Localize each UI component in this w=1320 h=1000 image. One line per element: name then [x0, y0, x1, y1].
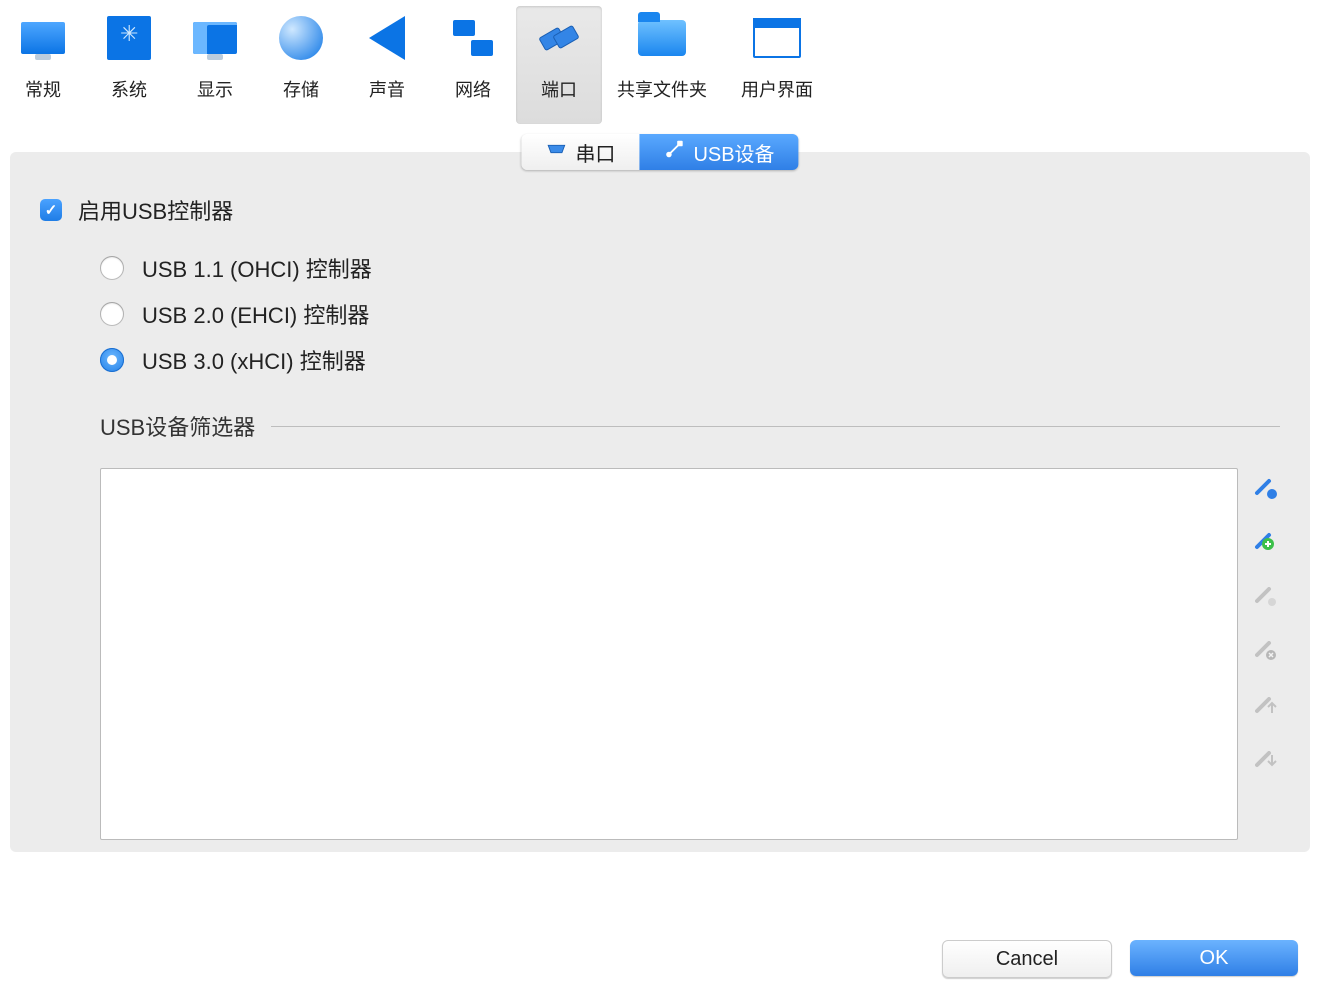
usb-icon	[663, 138, 685, 166]
usb-move-up-icon	[1253, 691, 1279, 722]
speaker-icon	[363, 14, 411, 62]
filter-remove-button	[1252, 638, 1280, 666]
toolbar-label: 系统	[111, 76, 147, 102]
toolbar-item-general[interactable]: 常规	[0, 6, 86, 124]
tab-label: 串口	[575, 138, 615, 167]
network-icon	[449, 14, 497, 62]
radio-usb-2-0[interactable]: USB 2.0 (EHCI) 控制器	[100, 298, 1280, 330]
toolbar-label: 用户界面	[741, 76, 813, 102]
usb-filter-body	[100, 468, 1280, 840]
usb-remove-icon	[1253, 637, 1279, 668]
toolbar-item-ports[interactable]: 端口	[516, 6, 602, 124]
usb-move-down-icon	[1253, 745, 1279, 776]
enable-usb-checkbox[interactable]: ✓	[40, 199, 62, 221]
usb-filter-title: USB设备筛选器	[100, 410, 255, 442]
filter-edit-button	[1252, 584, 1280, 612]
radio-label: USB 1.1 (OHCI) 控制器	[142, 252, 372, 284]
settings-panel: 串口 USB设备 ✓ 启用USB控制器 USB 1.1 (OHCI) 控制器 U…	[10, 152, 1310, 852]
filter-add-device-button[interactable]	[1252, 530, 1280, 558]
radio-label: USB 3.0 (xHCI) 控制器	[142, 344, 366, 376]
disk-icon	[277, 14, 325, 62]
tab-usb[interactable]: USB设备	[639, 134, 798, 170]
ports-icon	[535, 14, 583, 62]
window-icon	[753, 14, 801, 62]
usb-add-device-icon	[1253, 529, 1279, 560]
toolbar-item-audio[interactable]: 声音	[344, 6, 430, 124]
toolbar-item-display[interactable]: 显示	[172, 6, 258, 124]
button-label: OK	[1200, 947, 1229, 970]
filter-move-down-button	[1252, 746, 1280, 774]
radio-button[interactable]	[100, 302, 124, 326]
chip-icon	[105, 14, 153, 62]
toolbar-item-network[interactable]: 网络	[430, 6, 516, 124]
usb-filter-button-column	[1252, 468, 1280, 774]
enable-usb-row: ✓ 启用USB控制器	[40, 194, 1280, 226]
toolbar-item-shared-folders[interactable]: 共享文件夹	[602, 6, 722, 124]
usb-filter-section: USB设备筛选器	[100, 410, 1280, 840]
folder-icon	[638, 14, 686, 62]
ok-button[interactable]: OK	[1130, 940, 1298, 976]
button-label: Cancel	[996, 948, 1058, 971]
radio-button[interactable]	[100, 348, 124, 372]
toolbar-label: 声音	[369, 76, 405, 102]
settings-toolbar: 常规 系统 显示 存储 声音 网络 端口 共享文件夹 用户界面	[0, 0, 1320, 124]
toolbar-label: 存储	[283, 76, 319, 102]
filter-move-up-button	[1252, 692, 1280, 720]
radio-usb-1-1[interactable]: USB 1.1 (OHCI) 控制器	[100, 252, 1280, 284]
serial-port-icon	[545, 138, 567, 166]
ports-tab-switcher: 串口 USB设备	[521, 134, 798, 170]
radio-usb-3-0[interactable]: USB 3.0 (xHCI) 控制器	[100, 344, 1280, 376]
usb-add-empty-icon	[1253, 475, 1279, 506]
usb-filter-list[interactable]	[100, 468, 1238, 840]
toolbar-label: 网络	[455, 76, 491, 102]
dialog-footer: Cancel OK	[942, 940, 1298, 978]
tab-label: USB设备	[693, 138, 774, 167]
toolbar-item-system[interactable]: 系统	[86, 6, 172, 124]
radio-button[interactable]	[100, 256, 124, 280]
monitor-icon	[19, 14, 67, 62]
enable-usb-label: 启用USB控制器	[78, 194, 233, 226]
toolbar-label: 显示	[197, 76, 233, 102]
toolbar-item-user-interface[interactable]: 用户界面	[722, 6, 832, 124]
usb-filter-header: USB设备筛选器	[100, 410, 1280, 442]
cancel-button[interactable]: Cancel	[942, 940, 1112, 978]
divider	[271, 426, 1280, 427]
usb-controller-radio-group: USB 1.1 (OHCI) 控制器 USB 2.0 (EHCI) 控制器 US…	[100, 252, 1280, 376]
filter-add-empty-button[interactable]	[1252, 476, 1280, 504]
toolbar-label: 共享文件夹	[617, 76, 707, 102]
display-icon	[191, 14, 239, 62]
toolbar-label: 端口	[541, 76, 577, 102]
radio-label: USB 2.0 (EHCI) 控制器	[142, 298, 369, 330]
tab-serial[interactable]: 串口	[521, 134, 639, 170]
toolbar-item-storage[interactable]: 存储	[258, 6, 344, 124]
toolbar-label: 常规	[25, 76, 61, 102]
usb-edit-icon	[1253, 583, 1279, 614]
